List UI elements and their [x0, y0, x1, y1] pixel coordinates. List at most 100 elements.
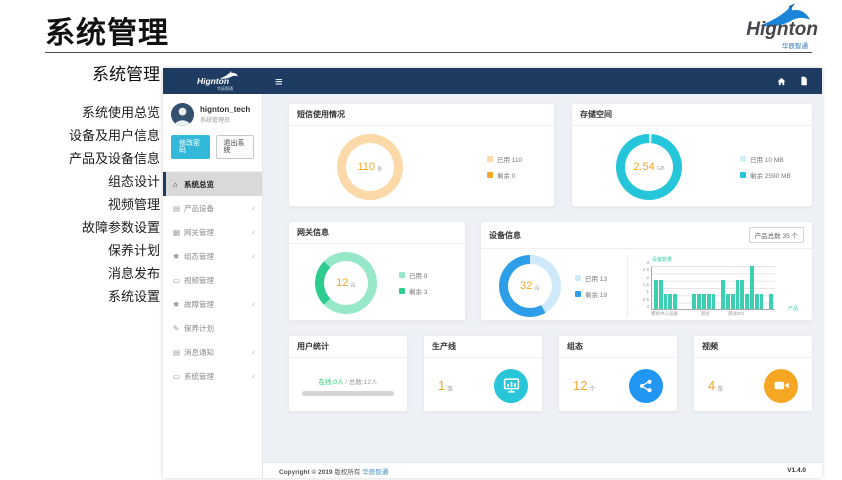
legend-swatch — [487, 156, 493, 162]
sidebar-item-maintenance[interactable]: ✎ 保养计划 — [163, 316, 262, 340]
sidebar-item-video[interactable]: ▭ 视频管理 — [163, 268, 262, 292]
chevron-icon: ‹ — [252, 252, 255, 261]
donut-unit: 台 — [350, 281, 356, 289]
sidebar-item-message[interactable]: ▤ 消息通知 ‹ — [163, 340, 262, 364]
nav-item-video[interactable]: 视频管理 — [0, 193, 160, 216]
company-link[interactable]: 华辰智通 — [362, 469, 388, 476]
stat-unit: 条 — [447, 384, 453, 393]
sms-legend: 已用 110 剩余 0 — [487, 154, 522, 180]
sidebar-item-system[interactable]: ▭ 系统管理 ‹ — [163, 364, 262, 388]
legend-label: 已用 110 — [497, 154, 522, 164]
legend-swatch — [487, 172, 493, 178]
nav-item-maintenance[interactable]: 保养计划 — [0, 239, 160, 262]
storage-legend: 已用 10 MB 剩余 2590 MB — [740, 154, 791, 180]
chart-plot-area — [651, 266, 775, 310]
sidebar-item-gateway[interactable]: ▦ 网关管理 ‹ — [163, 220, 262, 244]
sidebar-item-products[interactable]: ▤ 产品设备 ‹ — [163, 196, 262, 220]
app-footer: Copyright © 2019 版权所有 华辰智通 V1.4.0 — [263, 462, 822, 478]
nav-item-scada-design[interactable]: 组态设计 — [0, 170, 160, 193]
video-icon-circle — [764, 369, 798, 403]
legend-label: 剩余 19 — [585, 289, 607, 299]
chevron-icon: ‹ — [252, 372, 255, 381]
legend-label: 已用 9 — [409, 270, 427, 280]
device-donut-chart: 32台 — [499, 255, 561, 317]
sms-usage-card: 短信使用情况 110条 已用 110 剩余 0 — [288, 103, 555, 207]
gateway-donut-chart: 12台 — [315, 252, 377, 314]
logout-button[interactable]: 退出系统 — [216, 135, 255, 159]
card-title: 用户统计 — [297, 341, 329, 352]
legend-label: 已用 10 MB — [750, 154, 784, 164]
product-total-badge: 产品总数 35 个 — [749, 227, 804, 243]
home-icon[interactable] — [777, 77, 786, 86]
copyright-text: Copyright © 2019 版权所有 华辰智通 — [279, 466, 388, 476]
nav-item-settings[interactable]: 系统设置 — [0, 285, 160, 308]
document-icon[interactable] — [800, 76, 808, 86]
gateway-legend: 已用 9 剩余 3 — [399, 270, 427, 296]
chevron-icon: ‹ — [252, 204, 255, 213]
change-password-button[interactable]: 修改密码 — [171, 135, 210, 159]
storage-card: 存储空间 2.54GB 已用 10 MB 剩余 2590 MB — [571, 103, 813, 207]
video-card: 视频 4 条 — [693, 335, 813, 412]
donut-unit: GB — [657, 166, 665, 172]
legend-label: 已用 13 — [585, 273, 607, 283]
sidebar-item-label: 保养计划 — [184, 323, 214, 334]
product-icon: ▤ — [173, 204, 184, 213]
sidebar-item-label: 消息通知 — [184, 347, 214, 358]
avatar[interactable] — [171, 103, 194, 126]
card-title: 设备信息 — [489, 230, 521, 241]
user-progress-bar — [302, 391, 394, 396]
sidebar-item-overview[interactable]: ⌂ 系统总览 — [163, 172, 262, 196]
copyright-year: Copyright © 2019 — [279, 469, 333, 476]
legend-swatch — [740, 156, 746, 162]
sidebar-item-label: 系统管理 — [184, 371, 214, 382]
sidebar-item-label: 网关管理 — [184, 227, 214, 238]
home-icon: ⌂ — [173, 180, 184, 189]
nav-item-device-user[interactable]: 设备及用户信息 — [0, 124, 160, 147]
nav-item-overview[interactable]: 系统使用总览 — [0, 101, 160, 124]
logo-subtitle: 华辰智通 — [718, 40, 808, 50]
nav-item-fault-params[interactable]: 故障参数设置 — [0, 216, 160, 239]
gears-icon: ✱ — [173, 252, 184, 261]
donut-value: 2.54 — [633, 161, 654, 173]
gears-icon: ✱ — [173, 300, 184, 309]
chart-x-ticks: 模拟中心设备测试测试001 — [651, 310, 775, 317]
donut-value: 12 — [336, 277, 348, 289]
legend-swatch — [740, 172, 746, 178]
card-title: 组态 — [567, 341, 583, 352]
sidebar-item-label: 故障管理 — [184, 299, 214, 310]
screenshot-root: 系统管理 Hignton 华辰智通 系统管理 系统使用总览 设备及用户信息 产品… — [0, 0, 842, 480]
monitor-icon: ▭ — [173, 276, 184, 285]
sidebar-item-scada[interactable]: ✱ 组态管理 ‹ — [163, 244, 262, 268]
separator: / — [345, 379, 347, 386]
legend-swatch — [575, 275, 581, 281]
device-bar-chart: 设备数量 00.511.522.53 模拟中心设备测试测试001 产品 — [638, 256, 796, 317]
monitor-icon: ▭ — [173, 372, 184, 381]
sidebar-item-fault[interactable]: ✱ 故障管理 ‹ — [163, 292, 262, 316]
app-main: 短信使用情况 110条 已用 110 剩余 0 存储空间 — [263, 94, 822, 478]
sidebar-toggle-icon[interactable]: ≡ — [275, 75, 283, 88]
sidebar-item-label: 组态管理 — [184, 251, 214, 262]
card-title: 生产线 — [432, 341, 456, 352]
stat-value: 4 — [708, 378, 715, 393]
message-icon: ▤ — [173, 348, 184, 357]
wrench-icon: ✎ — [173, 324, 184, 333]
video-camera-icon — [773, 377, 790, 394]
nav-item-message[interactable]: 消息发布 — [0, 262, 160, 285]
user-box: hignton_tech 系统管理员 — [163, 94, 262, 133]
device-card: 设备信息 产品总数 35 个 32台 已用 13 剩余 19 — [480, 221, 813, 321]
nav-title: 系统管理 — [0, 60, 160, 85]
page-title: 系统管理 — [45, 8, 169, 52]
donut-unit: 条 — [377, 165, 383, 173]
chart-x-axis-label: 产品 — [788, 305, 798, 312]
production-line-card: 生产线 1 条 — [423, 335, 543, 412]
user-stats-card: 用户统计 在线:0人 / 总数:12人 — [288, 335, 408, 412]
device-legend: 已用 13 剩余 19 — [575, 273, 627, 299]
person-icon — [171, 103, 194, 126]
nav-item-product-device[interactable]: 产品及设备信息 — [0, 147, 160, 170]
card-title: 存储空间 — [580, 109, 612, 120]
document-nav: 系统管理 系统使用总览 设备及用户信息 产品及设备信息 组态设计 视频管理 故障… — [0, 60, 160, 308]
app-topbar: Hignton 华辰智通 ≡ — [163, 68, 822, 94]
user-stats-text: 在线:0人 / 总数:12人 — [319, 376, 378, 386]
chevron-icon: ‹ — [252, 348, 255, 357]
rights-text: 版权所有 — [334, 469, 360, 476]
